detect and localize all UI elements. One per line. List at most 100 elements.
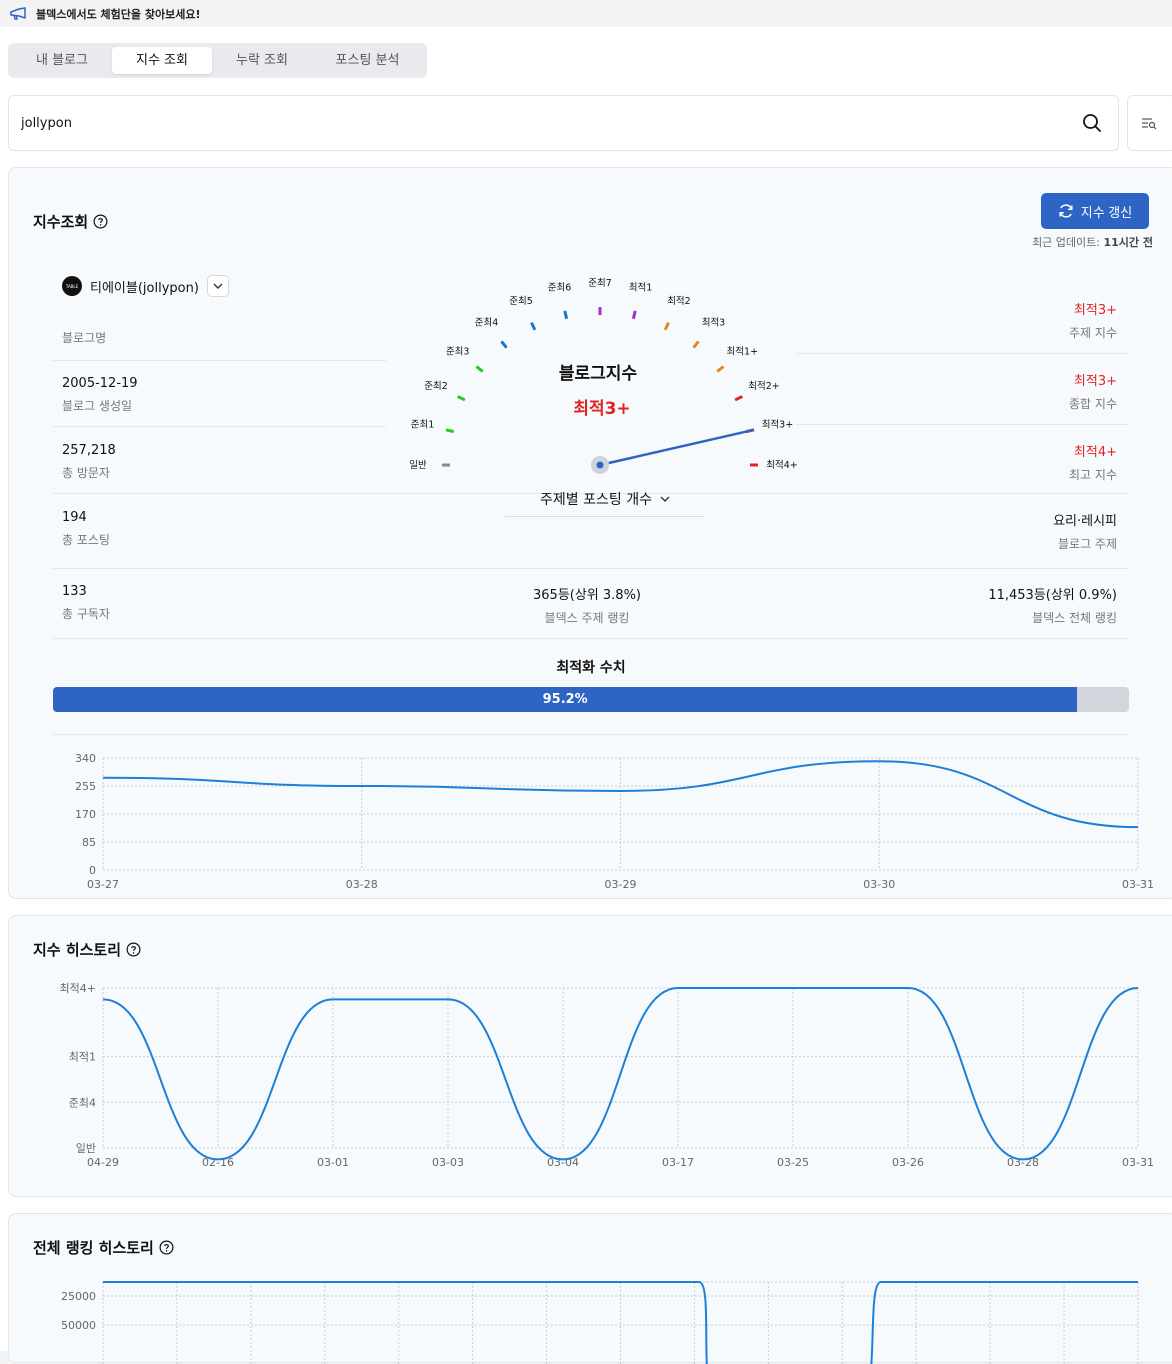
total-index-stat: 최적3+ 종합 지수: [1069, 370, 1117, 412]
blog-topic-value: 요리·레시피: [1053, 514, 1117, 529]
gauge-tick: [734, 395, 744, 402]
blog-index-gauge: 일반 준최1 준최2 준최3 준최4 준최5 준최6 준최7 최적1 최적2 최적3 최적1+ 최적2+…: [409, 278, 798, 474]
x-tick-label: 03-30: [863, 878, 895, 891]
blog-topic-label: 블로그 주제: [1057, 537, 1117, 551]
y-tick-label: 255: [75, 780, 96, 793]
search-input[interactable]: [9, 96, 1072, 150]
search-icon: [1083, 114, 1101, 132]
search-filter-button[interactable]: [1127, 95, 1172, 151]
help-icon[interactable]: [159, 1240, 174, 1255]
tab-missing-lookup[interactable]: 누락 조회: [212, 47, 312, 74]
index-card-title: 지수조회: [33, 211, 108, 232]
tab-posting-analysis[interactable]: 포스팅 분석: [312, 47, 423, 74]
tab-my-blog[interactable]: 내 블로그: [12, 47, 112, 74]
gauge-level-label: 준최6: [548, 283, 572, 294]
blog-name-label-block: 블로그명: [62, 329, 106, 346]
subscribers-stat: 133 총 구독자: [62, 584, 110, 622]
gauge-tick: [692, 340, 700, 349]
x-tick-label: 03-25: [777, 1156, 809, 1169]
visitors-stat: 257,218 총 방문자: [62, 443, 116, 481]
page: 내 블로그 지수 조회 누락 조회 포스팅 분석 지수조회 지수 갱신 최근 업…: [0, 27, 1172, 1364]
y-tick-label: 최적1: [69, 1051, 96, 1064]
x-tick-label: 03-29: [605, 878, 637, 891]
index-history-chart: 일반준최4최적1최적4+04-29 02-16 03-01 03-03 03-04 03-…: [60, 982, 1154, 1169]
max-index-label: 최고 지수: [1069, 468, 1117, 482]
visitor-line-chart: 0 85 170 255 340 03-27 03-28 03-29 03-30 03-31: [75, 752, 1154, 891]
gauge-level-label: 준최5: [509, 296, 533, 307]
topic-index-value: 최적3+: [1073, 303, 1117, 318]
max-index-stat: 최적4+ 최고 지수: [1069, 441, 1117, 483]
gauge-level-label: 준최2: [424, 381, 448, 392]
total-rank-value: 11,453등(상위 0.9%): [988, 588, 1117, 603]
gauge-level-label: 최적2+: [748, 380, 779, 392]
topic-index-stat: 최적3+ 주제 지수: [1069, 299, 1117, 341]
gauge-level-label: 준최4: [475, 318, 499, 329]
optimization-title: 최적화 수치: [556, 660, 626, 676]
y-tick-label: 25000: [61, 1290, 96, 1303]
topic-posting-count-select[interactable]: 주제별 포스팅 개수: [505, 481, 705, 517]
y-tick-label: 340: [75, 752, 96, 765]
subscribers-label: 총 구독자: [62, 607, 110, 621]
gauge-level-label: 최적1: [629, 282, 653, 294]
gauge-title: 블로그지수: [559, 364, 638, 384]
index-card-title-text: 지수조회: [33, 213, 89, 231]
total-index-label: 종합 지수: [1069, 397, 1117, 411]
x-tick-label: 03-31: [1122, 1156, 1154, 1169]
blog-select-dropdown[interactable]: [206, 275, 229, 297]
x-tick-label: 03-26: [892, 1156, 924, 1169]
gauge-level-label: 준최1: [411, 420, 435, 431]
posts-label: 총 포스팅: [62, 533, 110, 547]
help-icon[interactable]: [93, 214, 108, 229]
gauge-tick: [631, 310, 637, 320]
gauge-tick: [445, 428, 455, 434]
gauge-level-label: 최적1+: [727, 346, 758, 358]
ranking-history-card: 전체 랭킹 히스토리 25000 50000: [8, 1213, 1172, 1364]
x-tick-label: 03-27: [87, 878, 119, 891]
index-history-card: 지수 히스토리 일반 준최4 최적1 최적4+ 04-29 02-16 03-01 03-03…: [8, 915, 1172, 1197]
gauge-tick: [530, 321, 537, 331]
max-index-value: 최적4+: [1073, 445, 1117, 460]
optimization-progress-fill: 95.2%: [53, 687, 1078, 712]
tab-index-lookup[interactable]: 지수 조회: [112, 47, 212, 74]
x-tick-label: 03-31: [1122, 878, 1154, 891]
divider: [53, 568, 1129, 569]
refresh-index-button[interactable]: 지수 갱신: [1041, 193, 1149, 229]
gauge-value: 최적3+: [573, 399, 630, 419]
topic-index-label: 주제 지수: [1069, 326, 1117, 340]
gauge-tick: [563, 310, 569, 320]
created-label: 블로그 생성일: [62, 399, 133, 413]
blog-topic-stat: 요리·레시피 블로그 주제: [1053, 510, 1117, 552]
banner-text: 블덱스에서도 체험단을 찾아보세요!: [36, 7, 201, 21]
search-bar: [8, 95, 1119, 151]
divider: [796, 353, 1129, 354]
topic-rank-value: 365등(상위 3.8%): [533, 588, 641, 603]
y-tick-label: 0: [89, 864, 96, 877]
y-tick-label: 준최4: [69, 1096, 96, 1109]
gauge-level-label: 최적3+: [762, 419, 793, 431]
ranking-card-title: 전체 랭킹 히스토리: [33, 1237, 174, 1258]
search-button[interactable]: [1072, 103, 1112, 143]
last-updated-label: 최근 업데이트:: [1032, 236, 1100, 249]
last-updated: 최근 업데이트: 11시간 전: [1032, 234, 1153, 250]
chevron-down-icon: [660, 496, 670, 502]
gauge-level-label: 최적2: [667, 295, 691, 307]
chevron-down-icon: [213, 283, 223, 289]
created-stat: 2005-12-19 블로그 생성일: [62, 376, 138, 414]
y-tick-label: 최적4+: [60, 982, 96, 995]
blog-name-row: TABLE 티에이블(jollypon): [62, 275, 229, 297]
index-card: 지수조회 지수 갱신 최근 업데이트: 11시간 전 TABLE 티에이블(jo…: [8, 167, 1172, 899]
megaphone-icon: [10, 6, 26, 20]
y-tick-label: 50000: [61, 1319, 96, 1332]
history-card-title-text: 지수 히스토리: [33, 941, 122, 959]
gauge-needle: [599, 428, 755, 467]
y-tick-label: 85: [82, 836, 96, 849]
gauge-level-label: 준최3: [446, 347, 470, 358]
divider: [53, 360, 386, 361]
list-search-icon: [1142, 118, 1157, 130]
topic-select-label: 주제별 포스팅 개수: [540, 491, 652, 508]
top-banner[interactable]: 블덱스에서도 체험단을 찾아보세요!: [0, 0, 1172, 27]
help-icon[interactable]: [126, 942, 141, 957]
y-tick-label: 일반: [76, 1141, 96, 1155]
gauge-level-label: 최적4+: [766, 459, 797, 471]
x-tick-label: 03-01: [317, 1156, 349, 1169]
